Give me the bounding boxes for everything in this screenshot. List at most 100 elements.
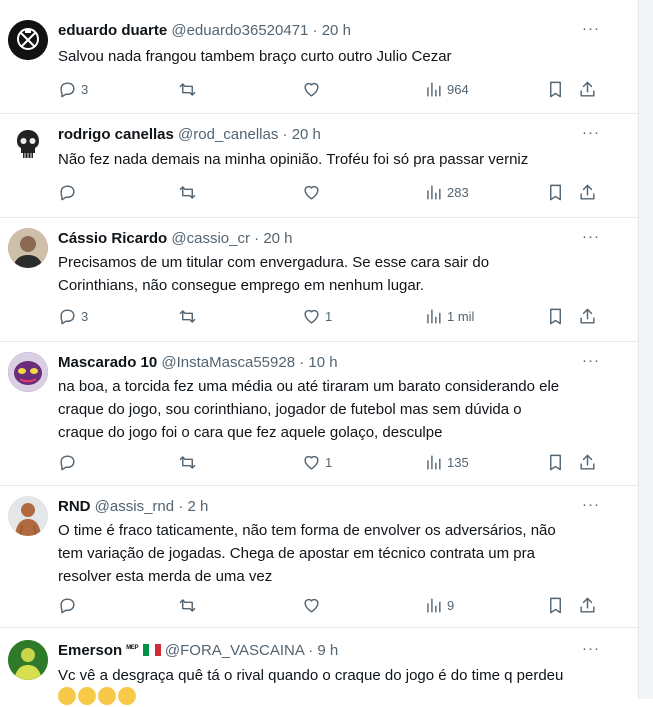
share-button[interactable] — [578, 181, 597, 203]
timestamp[interactable]: 2 h — [187, 498, 208, 515]
badge-label: ᴹᴱᴾ — [126, 643, 139, 653]
retweet-icon — [179, 598, 196, 612]
views-chart-icon — [427, 184, 441, 200]
retweet-button[interactable] — [178, 181, 201, 203]
user-handle[interactable]: @assis_rnd — [95, 498, 174, 515]
retweet-icon — [179, 309, 196, 323]
user-handle[interactable]: @rod_canellas — [178, 126, 278, 143]
more-options-icon[interactable]: ··· — [582, 352, 602, 369]
more-options-icon[interactable]: ··· — [582, 228, 602, 245]
like-button[interactable]: 1 — [302, 451, 332, 473]
view-count: 964 — [447, 81, 469, 97]
bookmark-button[interactable] — [546, 594, 565, 616]
retweet-button[interactable] — [178, 78, 201, 100]
heart-icon — [304, 598, 319, 613]
display-name[interactable]: Cássio Ricardo — [58, 230, 167, 247]
share-icon — [580, 597, 595, 613]
separator-dot: · — [308, 642, 314, 659]
bookmark-button[interactable] — [546, 78, 565, 100]
more-options-icon[interactable]: ··· — [582, 124, 602, 141]
avatar[interactable] — [8, 496, 48, 536]
corinthians-logo-icon — [8, 20, 48, 60]
action-bar: 283 — [58, 181, 604, 205]
tweet-header: RND @assis_rnd · 2 h — [58, 498, 208, 515]
heart-icon — [304, 309, 319, 324]
reply-tweet[interactable]: eduardo duarte @eduardo36520471 · 20 h ·… — [0, 0, 638, 114]
like-button[interactable] — [302, 78, 325, 100]
like-count: 1 — [325, 308, 333, 324]
retweet-button[interactable] — [178, 305, 201, 327]
display-name[interactable]: Mascarado 10 — [58, 354, 157, 371]
reply-button[interactable] — [58, 594, 81, 616]
display-name[interactable]: rodrigo canellas — [58, 126, 174, 143]
avatar[interactable] — [8, 352, 48, 392]
separator-dot: · — [312, 22, 318, 39]
retweet-button[interactable] — [178, 594, 201, 616]
reply-button[interactable] — [58, 181, 81, 203]
user-handle[interactable]: @FORA_VASCAINA — [165, 642, 304, 659]
bookmark-icon — [550, 454, 561, 470]
user-handle[interactable]: @cassio_cr — [171, 230, 250, 247]
tweet-text-line: craque do jogo, sou corinthiano, jogador… — [58, 401, 522, 418]
views-button[interactable]: 9 — [424, 594, 454, 616]
avatar[interactable] — [8, 228, 48, 268]
share-button[interactable] — [578, 451, 597, 473]
like-button[interactable] — [302, 594, 325, 616]
timestamp[interactable]: 20 h — [322, 22, 351, 39]
share-button[interactable] — [578, 594, 597, 616]
timestamp[interactable]: 10 h — [308, 354, 337, 371]
tweet-text-line: tem variação de jogadas. Chega de aposta… — [58, 545, 535, 562]
views-chart-icon — [427, 597, 441, 613]
timestamp[interactable]: 20 h — [263, 230, 292, 247]
more-options-icon[interactable]: ··· — [582, 496, 602, 513]
view-count: 135 — [447, 454, 469, 470]
views-button[interactable]: 964 — [424, 78, 469, 100]
retweet-button[interactable] — [178, 451, 201, 473]
tweet-text-line: Corinthians, não consegue emprego em nen… — [58, 277, 425, 294]
tweet-text-line: O time é fraco taticamente, não tem form… — [58, 522, 556, 539]
views-button[interactable]: 283 — [424, 181, 469, 203]
reply-button[interactable]: 3 — [58, 78, 88, 100]
bookmark-icon — [550, 184, 561, 200]
bookmark-button[interactable] — [546, 451, 565, 473]
avatar[interactable] — [8, 640, 48, 680]
retweet-icon — [179, 455, 196, 469]
user-handle[interactable]: @eduardo36520471 — [171, 22, 308, 39]
share-button[interactable] — [578, 78, 597, 100]
tweet-text: Não fez nada demais na minha opinião. Tr… — [58, 151, 529, 168]
reply-tweet[interactable]: rodrigo canellas @rod_canellas · 20 h ··… — [0, 114, 638, 218]
avatar[interactable] — [8, 124, 48, 164]
reply-feed: eduardo duarte @eduardo36520471 · 20 h ·… — [0, 0, 638, 705]
display-name[interactable]: Emerson — [58, 642, 122, 659]
like-button[interactable]: 1 — [302, 305, 332, 327]
person-photo-icon — [8, 228, 48, 268]
views-button[interactable]: 1 mil — [424, 305, 474, 327]
tweet-text-line: Precisamos de um titular com envergadura… — [58, 254, 490, 271]
timestamp[interactable]: 20 h — [292, 126, 321, 143]
reply-button[interactable]: 3 — [58, 305, 88, 327]
user-handle[interactable]: @InstaMasca55928 — [161, 354, 295, 371]
view-count: 9 — [447, 597, 455, 613]
reply-tweet[interactable]: Cássio Ricardo @cassio_cr · 20 h ··· Pre… — [0, 218, 638, 342]
like-button[interactable] — [302, 181, 325, 203]
bookmark-button[interactable] — [546, 305, 565, 327]
reply-icon — [60, 454, 75, 470]
reply-tweet[interactable]: RND @assis_rnd · 2 h ··· O time é fraco … — [0, 486, 638, 628]
reply-button[interactable] — [58, 451, 81, 473]
view-count: 283 — [447, 184, 469, 200]
scrollbar-track[interactable] — [638, 0, 653, 699]
tweet-text-line: resolver esta merda de uma vez — [58, 568, 273, 585]
person-photo-icon — [8, 640, 48, 680]
avatar[interactable] — [8, 20, 48, 60]
more-options-icon[interactable]: ··· — [582, 20, 602, 37]
views-button[interactable]: 135 — [424, 451, 469, 473]
bookmark-button[interactable] — [546, 181, 565, 203]
reply-tweet[interactable]: Mascarado 10 @InstaMasca55928 · 10 h ···… — [0, 342, 638, 486]
share-button[interactable] — [578, 305, 597, 327]
display-name[interactable]: eduardo duarte — [58, 22, 167, 39]
display-name[interactable]: RND — [58, 498, 91, 515]
reply-icon — [60, 597, 75, 613]
timestamp[interactable]: 9 h — [317, 642, 338, 659]
reply-tweet[interactable]: Emerson ᴹᴱᴾ @FORA_VASCAINA · 9 h ··· Vc … — [0, 628, 638, 705]
more-options-icon[interactable]: ··· — [582, 640, 602, 657]
